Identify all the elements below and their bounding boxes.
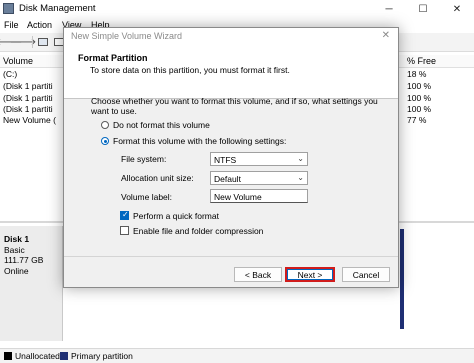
maximize-button[interactable]: ☐ xyxy=(406,0,440,18)
wizard-page-title: Format Partition xyxy=(78,53,148,63)
disk-type: Basic xyxy=(4,245,25,255)
column-percent-free[interactable]: % Free xyxy=(407,56,436,66)
volume-label-label: Volume label: xyxy=(121,192,173,202)
volume-free: 18 % xyxy=(407,69,427,79)
legend-unallocated: Unallocated xyxy=(15,351,60,361)
cancel-button[interactable]: Cancel xyxy=(342,267,390,282)
format-question: Choose whether you want to format this v… xyxy=(91,96,378,116)
file-system-value: NTFS xyxy=(214,155,237,165)
back-button[interactable]: < Back xyxy=(234,267,282,282)
allocation-unit-value: Default xyxy=(214,174,241,184)
close-window-button[interactable]: ✕ xyxy=(440,0,474,18)
console-tree-icon[interactable] xyxy=(36,35,50,49)
quick-format-label[interactable]: Perform a quick format xyxy=(133,211,219,221)
dm-window-title: Disk Management xyxy=(19,3,96,14)
legend-bar: Unallocated Primary partition xyxy=(0,348,474,363)
volume-name: (Disk 1 partiti xyxy=(3,104,53,114)
allocation-unit-select[interactable]: Default ⌄ xyxy=(210,171,308,185)
chevron-down-icon: ⌄ xyxy=(297,173,304,182)
disk-info-panel[interactable]: Disk 1 Basic 111.77 GB Online xyxy=(0,226,63,341)
file-system-label: File system: xyxy=(121,154,167,164)
window-controls: ─ ☐ ✕ xyxy=(372,0,474,18)
volume-free: 100 % xyxy=(407,81,432,91)
compression-label[interactable]: Enable file and folder compression xyxy=(133,226,263,236)
volume-name: New Volume ( xyxy=(3,115,56,125)
menu-action[interactable]: Action xyxy=(27,20,52,30)
chevron-down-icon: ⌄ xyxy=(297,154,304,163)
legend-primary-partition: Primary partition xyxy=(71,351,133,361)
volume-free: 100 % xyxy=(407,104,432,114)
primary-partition-swatch xyxy=(60,352,68,360)
wizard-header: Format Partition To store data on this p… xyxy=(64,44,398,99)
volume-name: (Disk 1 partiti xyxy=(3,93,53,103)
volume-free: 77 % xyxy=(407,115,427,125)
next-button[interactable]: Next > xyxy=(285,267,335,282)
volume-name: (C:) xyxy=(3,69,18,79)
forward-arrow-icon[interactable]: 🡒 xyxy=(10,35,37,49)
primary-partition-bar[interactable] xyxy=(400,229,404,329)
radio-format-volume-label[interactable]: Format this volume with the following se… xyxy=(113,136,286,146)
radio-do-not-format[interactable] xyxy=(101,121,109,129)
disk-size: 111.77 GB xyxy=(4,255,44,265)
footer-divider xyxy=(64,256,398,257)
volume-name: (Disk 1 partiti xyxy=(3,81,53,91)
unallocated-swatch xyxy=(4,352,12,360)
volume-label-value: New Volume xyxy=(214,192,262,202)
compression-checkbox[interactable] xyxy=(120,226,129,235)
radio-format-volume[interactable] xyxy=(101,137,109,145)
format-partition-wizard: New Simple Volume Wizard ✕ Format Partit… xyxy=(63,27,399,288)
wizard-titlebar[interactable]: New Simple Volume Wizard ✕ xyxy=(64,28,398,44)
dm-titlebar: Disk Management ─ ☐ ✕ xyxy=(0,0,474,19)
quick-format-checkbox[interactable] xyxy=(120,210,129,220)
minimize-button[interactable]: ─ xyxy=(372,0,406,18)
disk-name: Disk 1 xyxy=(4,234,30,244)
file-system-select[interactable]: NTFS ⌄ xyxy=(210,152,308,166)
allocation-unit-label: Allocation unit size: xyxy=(121,173,194,183)
disk-management-app-icon xyxy=(3,3,14,14)
menu-file[interactable]: File xyxy=(4,20,19,30)
volume-free: 100 % xyxy=(407,93,432,103)
volume-label-input[interactable]: New Volume xyxy=(210,189,308,203)
toolbar-separator xyxy=(32,36,33,48)
close-icon[interactable]: ✕ xyxy=(382,30,390,41)
radio-do-not-format-label[interactable]: Do not format this volume xyxy=(113,120,210,130)
next-button-label: Next > xyxy=(287,269,333,280)
disk-status: Online xyxy=(4,266,29,276)
column-volume[interactable]: Volume xyxy=(3,56,33,66)
wizard-title: New Simple Volume Wizard xyxy=(71,31,183,41)
wizard-page-subtitle: To store data on this partition, you mus… xyxy=(90,65,290,75)
